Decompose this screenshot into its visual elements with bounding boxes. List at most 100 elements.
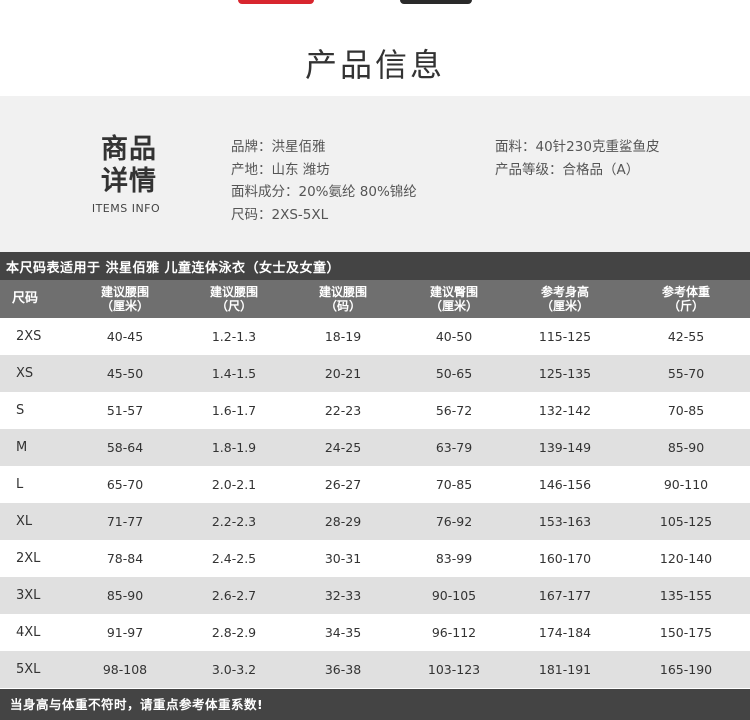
size-cell: 4XL — [0, 614, 68, 651]
info-grade: 产品等级：合格品（A） — [495, 161, 640, 178]
header-label: 建议腰围 — [209, 285, 258, 299]
table-row: L 65-70 2.0-2.1 26-27 70-85 146-156 90-110 — [0, 466, 750, 503]
table-header-cell: 建议腰围 （厘米） — [68, 280, 182, 318]
table-row: XL 71-77 2.2-2.3 28-29 76-92 153-163 105-125 — [0, 503, 750, 540]
table-row: 3XL 85-90 2.6-2.7 32-33 90-105 167-177 135-155 — [0, 577, 750, 614]
table-cell: 50-65 — [400, 355, 508, 392]
table-cell: 174-184 — [508, 614, 622, 651]
table-cell: 139-149 — [508, 429, 622, 466]
table-cell: 18-19 — [286, 318, 400, 355]
table-cell: 70-85 — [622, 392, 750, 429]
table-cell: 85-90 — [622, 429, 750, 466]
table-cell: 63-79 — [400, 429, 508, 466]
size-cell: 2XL — [0, 540, 68, 577]
table-cell: 2.6-2.7 — [182, 577, 286, 614]
table-cell: 40-50 — [400, 318, 508, 355]
table-cell: 167-177 — [508, 577, 622, 614]
table-cell: 2.0-2.1 — [182, 466, 286, 503]
footer-note: 当身高与体重不符时，请重点参考体重系数! — [0, 689, 750, 720]
table-cell: 83-99 — [400, 540, 508, 577]
table-cell: 2.2-2.3 — [182, 503, 286, 540]
info-fabric: 面料：40针230克重鲨鱼皮 — [495, 139, 660, 155]
table-caption: 本尺码表适用于 洪星佰雅 儿童连体泳衣（女士及女童） — [0, 252, 750, 280]
info-right-column: 面料：40针230克重鲨鱼皮 产品等级：合格品（A） — [495, 136, 659, 181]
table-header-cell: 参考体重 （斤） — [622, 280, 750, 318]
info-origin: 产地：山东 潍坊 — [231, 161, 330, 178]
table-cell: 2.8-2.9 — [182, 614, 286, 651]
table-cell: 76-92 — [400, 503, 508, 540]
info-composition: 面料成分：20%氨纶 80%锦纶 — [231, 184, 417, 200]
table-header-cell: 尺码 — [0, 280, 68, 318]
table-header-cell: 建议腰围 （尺） — [182, 280, 286, 318]
table-cell: 55-70 — [622, 355, 750, 392]
red-swatch — [238, 0, 314, 4]
table-row: 2XS 40-45 1.2-1.3 18-19 40-50 115-125 42-55 — [0, 318, 750, 355]
table-cell: 153-163 — [508, 503, 622, 540]
product-photo-crop — [0, 0, 750, 6]
table-cell: 78-84 — [68, 540, 182, 577]
table-header-cell: 参考身高 （厘米） — [508, 280, 622, 318]
table-cell: 51-57 — [68, 392, 182, 429]
table-row: 4XL 91-97 2.8-2.9 34-35 96-112 174-184 150-175 — [0, 614, 750, 651]
header-label: 尺码 — [12, 291, 39, 306]
table-cell: 90-110 — [622, 466, 750, 503]
table-cell: 22-23 — [286, 392, 400, 429]
table-row: 2XL 78-84 2.4-2.5 30-31 83-99 160-170 120-140 — [0, 540, 750, 577]
table-row: 5XL 98-108 3.0-3.2 36-38 103-123 181-191 165-1… — [0, 651, 750, 688]
table-cell: 105-125 — [622, 503, 750, 540]
table-cell: 160-170 — [508, 540, 622, 577]
table-row: XS 45-50 1.4-1.5 20-21 50-65 125-135 55-70 — [0, 355, 750, 392]
info-heading-line2: 详情 — [101, 166, 157, 197]
size-cell: 5XL — [0, 651, 68, 688]
info-heading-line1: 商品 — [101, 134, 157, 165]
info-brand: 品牌：洪星佰雅 — [231, 139, 326, 155]
table-row: S 51-57 1.6-1.7 22-23 56-72 132-142 70-85 — [0, 392, 750, 429]
table-cell: 34-35 — [286, 614, 400, 651]
product-info-panel: 商品 详情 ITEMS INFO 品牌：洪星佰雅 产地：山东 潍坊 面料成分：2… — [0, 96, 750, 252]
table-cell: 1.4-1.5 — [182, 355, 286, 392]
header-label: 建议腰围 — [318, 285, 367, 299]
table-cell: 120-140 — [622, 540, 750, 577]
table-cell: 1.8-1.9 — [182, 429, 286, 466]
header-unit: （厘米） — [429, 299, 478, 313]
table-cell: 96-112 — [400, 614, 508, 651]
size-cell: S — [0, 392, 68, 429]
table-cell: 181-191 — [508, 651, 622, 688]
size-cell: 3XL — [0, 577, 68, 614]
table-header-row: 尺码 建议腰围 （厘米） 建议腰围 （尺） 建议腰围 （码） 建议臀围 （厘米） 参考身高 （厘米）… — [0, 280, 750, 318]
table-cell: 115-125 — [508, 318, 622, 355]
size-cell: M — [0, 429, 68, 466]
table-cell: 3.0-3.2 — [182, 651, 286, 688]
size-cell: L — [0, 466, 68, 503]
table-cell: 65-70 — [68, 466, 182, 503]
table-cell: 32-33 — [286, 577, 400, 614]
table-cell: 125-135 — [508, 355, 622, 392]
table-cell: 42-55 — [622, 318, 750, 355]
table-cell: 146-156 — [508, 466, 622, 503]
size-cell: XL — [0, 503, 68, 540]
table-cell: 30-31 — [286, 540, 400, 577]
table-cell: 1.2-1.3 — [182, 318, 286, 355]
info-heading-en: ITEMS INFO — [91, 202, 161, 215]
table-cell: 103-123 — [400, 651, 508, 688]
header-unit: （尺） — [215, 299, 252, 313]
header-unit: （码） — [324, 299, 361, 313]
header-label: 建议腰围 — [100, 285, 149, 299]
table-cell: 91-97 — [68, 614, 182, 651]
page-title: 产品信息 — [304, 46, 445, 84]
table-cell: 135-155 — [622, 577, 750, 614]
header-unit: （厘米） — [540, 299, 589, 313]
header-unit: （斤） — [668, 299, 705, 313]
table-cell: 56-72 — [400, 392, 508, 429]
table-header-cell: 建议腰围 （码） — [286, 280, 400, 318]
header-label: 参考身高 — [540, 285, 589, 299]
info-heading: 商品 详情 ITEMS INFO — [92, 134, 164, 215]
table-cell: 28-29 — [286, 503, 400, 540]
table-body: 2XS 40-45 1.2-1.3 18-19 40-50 115-125 42-55 XS 4… — [0, 318, 750, 688]
table-cell: 24-25 — [286, 429, 400, 466]
size-cell: 2XS — [0, 318, 68, 355]
table-cell: 2.4-2.5 — [182, 540, 286, 577]
table-cell: 150-175 — [622, 614, 750, 651]
black-swatch — [400, 0, 472, 4]
table-cell: 85-90 — [68, 577, 182, 614]
